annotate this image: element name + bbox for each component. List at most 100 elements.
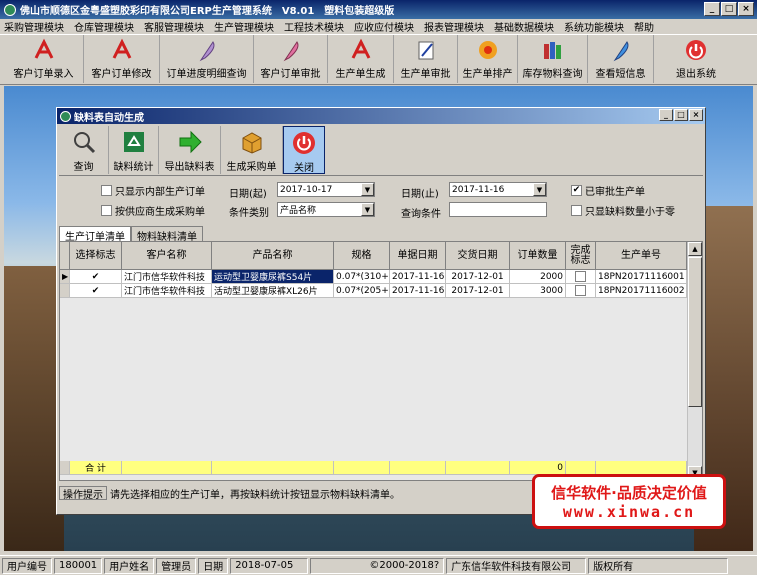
col-customer[interactable]: 客户名称 xyxy=(122,242,212,270)
scroll-up-icon[interactable]: ▲ xyxy=(688,242,702,256)
shortage-window: 缺料表自动生成 _ □ × 查询 缺料统计 导出缺料表 生成采购单 关闭 只显示… xyxy=(56,107,706,515)
tab-material-shortage[interactable]: 物料缺料清单 xyxy=(131,226,203,243)
generate-purchase-button[interactable]: 生成采购单 xyxy=(221,126,283,174)
table-row[interactable]: ▶ ✔ 江门市信华软件科技 运动型卫婴康尿裤S54片 0.07*(310+1 2… xyxy=(60,270,687,284)
export-shortage-button[interactable]: 导出缺料表 xyxy=(159,126,221,174)
row-pointer-icon: ▶ xyxy=(60,270,70,284)
child-minimize-button[interactable]: _ xyxy=(659,109,673,121)
pen-icon xyxy=(414,38,438,62)
menu-production[interactable]: 生产管理模块 xyxy=(214,19,274,34)
select-checkbox[interactable]: ✔ xyxy=(70,284,122,298)
window-icon xyxy=(60,110,71,122)
chevron-down-icon[interactable]: ▼ xyxy=(361,183,374,196)
date-label: 日期 xyxy=(198,557,229,574)
view-messages-button[interactable]: 查看短信息 xyxy=(588,35,654,83)
only-short-checkbox[interactable] xyxy=(571,205,582,216)
menu-basedata[interactable]: 基础数据模块 xyxy=(494,19,554,34)
by-supplier-option[interactable]: 按供应商生成采购单 xyxy=(101,203,205,218)
date-to-label: 日期(止) xyxy=(401,189,439,200)
user-no-label: 用户编号 xyxy=(2,557,52,574)
menu-engineering[interactable]: 工程技术模块 xyxy=(284,19,344,34)
only-short-option[interactable]: 只显缺料数量小于零 xyxy=(571,203,675,218)
inventory-query-button[interactable]: 库存物料查询 xyxy=(518,35,588,83)
menu-service[interactable]: 客服管理模块 xyxy=(144,19,204,34)
vertical-scrollbar[interactable]: ▲ ▼ xyxy=(687,242,702,480)
date-value: 2018-07-05 xyxy=(230,557,309,574)
user-name-label: 用户姓名 xyxy=(104,557,155,574)
child-maximize-button[interactable]: □ xyxy=(674,109,688,121)
col-order-no[interactable]: 生产单号 xyxy=(596,242,687,270)
scroll-thumb[interactable] xyxy=(688,257,702,407)
category-label: 条件类别 xyxy=(229,208,269,219)
done-checkbox[interactable] xyxy=(566,284,596,298)
menu-warehouse[interactable]: 仓库管理模块 xyxy=(74,19,134,34)
pdf-icon xyxy=(32,38,56,62)
menu-finance[interactable]: 应收应付模块 xyxy=(354,19,414,34)
brand-watermark: 信华软件·品质决定价值 www.xinwa.cn xyxy=(532,474,726,529)
table-row[interactable]: ✔ 江门市信华软件科技 活动型卫婴康尿裤XL26片 0.07*(205+1 20… xyxy=(60,284,687,298)
watermark-slogan: 信华软件·品质决定价值 xyxy=(551,484,707,502)
approved-option[interactable]: ✔ 已审批生产单 xyxy=(571,183,645,198)
menu-bar: 采购管理模块 仓库管理模块 客服管理模块 生产管理模块 工程技术模块 应收应付模… xyxy=(0,19,757,35)
minimize-button[interactable]: _ xyxy=(704,2,720,16)
select-checkbox[interactable]: ✔ xyxy=(70,270,122,284)
flower-icon xyxy=(476,38,500,62)
col-doc-date[interactable]: 单据日期 xyxy=(390,242,446,270)
query-button[interactable]: 查询 xyxy=(59,126,109,174)
category-select[interactable]: 产品名称 ▼ xyxy=(277,202,375,217)
col-done[interactable]: 完成标志 xyxy=(566,242,596,270)
col-spec[interactable]: 规格 xyxy=(334,242,390,270)
menu-purchase[interactable]: 采购管理模块 xyxy=(4,19,64,34)
exit-system-button[interactable]: 退出系统 xyxy=(654,35,738,83)
menu-reports[interactable]: 报表管理模块 xyxy=(424,19,484,34)
magnifier-icon xyxy=(71,129,97,155)
date-from-label: 日期(起) xyxy=(229,189,267,200)
order-progress-button[interactable]: 订单进度明细查询 xyxy=(160,35,254,83)
close-button[interactable]: × xyxy=(738,2,754,16)
chevron-down-icon[interactable]: ▼ xyxy=(533,183,546,196)
done-checkbox[interactable] xyxy=(566,270,596,284)
production-schedule-button[interactable]: 生产单排产 xyxy=(458,35,518,83)
child-close-button[interactable]: × xyxy=(689,109,703,121)
production-generate-button[interactable]: 生产单生成 xyxy=(328,35,394,83)
order-modify-button[interactable]: 客户订单修改 xyxy=(84,35,160,83)
watermark-url: www.xinwa.cn xyxy=(562,503,696,521)
hint-text: 请先选择相应的生产订单，再按缺料统计按钮显示物料缺料清单。 xyxy=(110,489,400,501)
production-approve-button[interactable]: 生产单审批 xyxy=(394,35,458,83)
total-qty: 0 xyxy=(510,461,566,475)
company-name: 广东信华软件科技有限公司 xyxy=(446,557,587,574)
chevron-down-icon[interactable]: ▼ xyxy=(361,203,374,216)
query-input[interactable] xyxy=(449,202,547,217)
feather-pen-icon xyxy=(279,38,303,62)
date-from-field[interactable]: 2017-10-17 ▼ xyxy=(277,182,375,197)
power-icon xyxy=(291,130,317,156)
status-bar: 用户编号 180001 用户姓名 管理员 日期 2018-07-05 ©2000… xyxy=(0,555,757,575)
child-toolbar: 查询 缺料统计 导出缺料表 生成采购单 关闭 xyxy=(59,126,703,176)
arrow-right-icon xyxy=(177,129,203,155)
books-icon xyxy=(541,38,565,62)
date-to-field[interactable]: 2017-11-16 ▼ xyxy=(449,182,547,197)
shortage-stat-button[interactable]: 缺料统计 xyxy=(109,126,159,174)
col-select[interactable]: 选择标志 xyxy=(70,242,122,270)
menu-system[interactable]: 系统功能模块 xyxy=(564,19,624,34)
col-delivery[interactable]: 交货日期 xyxy=(446,242,510,270)
col-qty[interactable]: 订单数量 xyxy=(510,242,566,270)
only-internal-option[interactable]: 只显示内部生产订单 xyxy=(101,183,205,198)
main-toolbar: 客户订单录入 客户订单修改 订单进度明细查询 客户订单审批 生产单生成 生产单审… xyxy=(0,35,757,85)
approved-checkbox[interactable]: ✔ xyxy=(571,185,582,196)
recycle-icon xyxy=(121,129,147,155)
only-internal-checkbox[interactable] xyxy=(101,185,112,196)
window-title: 佛山市顺德区金粤盛塑胶彩印有限公司ERP生产管理系统 V8.01 塑料包装超级版 xyxy=(20,6,395,17)
close-window-button[interactable]: 关闭 xyxy=(283,126,325,174)
col-product[interactable]: 产品名称 xyxy=(212,242,334,270)
maximize-button[interactable]: □ xyxy=(721,2,737,16)
feather-pen-icon xyxy=(609,38,633,62)
menu-help[interactable]: 帮助 xyxy=(634,19,654,34)
order-entry-button[interactable]: 客户订单录入 xyxy=(4,35,84,83)
order-approve-button[interactable]: 客户订单审批 xyxy=(254,35,328,83)
filter-panel: 只显示内部生产订单 按供应商生成采购单 日期(起) 2017-10-17 ▼ 条件… xyxy=(59,180,703,224)
tab-production-orders[interactable]: 生产订单清单 xyxy=(59,226,131,243)
app-icon xyxy=(4,3,16,16)
row-indicator xyxy=(60,284,70,298)
by-supplier-checkbox[interactable] xyxy=(101,205,112,216)
